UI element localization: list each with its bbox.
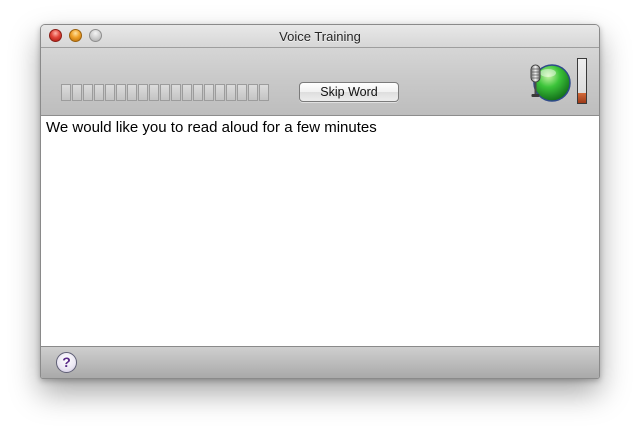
level-segment bbox=[259, 84, 269, 101]
level-segment bbox=[237, 84, 247, 101]
level-segment bbox=[138, 84, 148, 101]
level-segment bbox=[116, 84, 126, 101]
level-segment bbox=[72, 84, 82, 101]
voice-training-window: Voice Training Skip Word We would like y… bbox=[40, 24, 600, 379]
level-segment bbox=[83, 84, 93, 101]
instruction-text: We would like you to read aloud for a fe… bbox=[46, 119, 377, 136]
skip-word-button[interactable]: Skip Word bbox=[299, 82, 399, 102]
window-title: Voice Training bbox=[279, 29, 361, 44]
help-button[interactable]: ? bbox=[56, 352, 77, 373]
level-segment bbox=[226, 84, 236, 101]
level-segment bbox=[193, 84, 203, 101]
level-segment bbox=[171, 84, 181, 101]
toolbar: Voice Training Skip Word bbox=[41, 25, 599, 116]
input-level-indicator bbox=[577, 58, 587, 104]
training-text-area: We would like you to read aloud for a fe… bbox=[41, 116, 599, 347]
input-level-fill bbox=[578, 93, 586, 103]
level-segment bbox=[215, 84, 225, 101]
level-segment bbox=[204, 84, 214, 101]
level-segment bbox=[61, 84, 71, 101]
level-segment bbox=[149, 84, 159, 101]
microphone-icon bbox=[530, 64, 571, 102]
bottom-bar: ? bbox=[41, 347, 599, 378]
level-segment bbox=[94, 84, 104, 101]
level-segment bbox=[105, 84, 115, 101]
level-segment bbox=[160, 84, 170, 101]
title-bar[interactable]: Voice Training bbox=[41, 25, 599, 48]
level-segment bbox=[248, 84, 258, 101]
recognition-level-meter bbox=[61, 84, 269, 101]
level-segment bbox=[182, 84, 192, 101]
level-segment bbox=[127, 84, 137, 101]
